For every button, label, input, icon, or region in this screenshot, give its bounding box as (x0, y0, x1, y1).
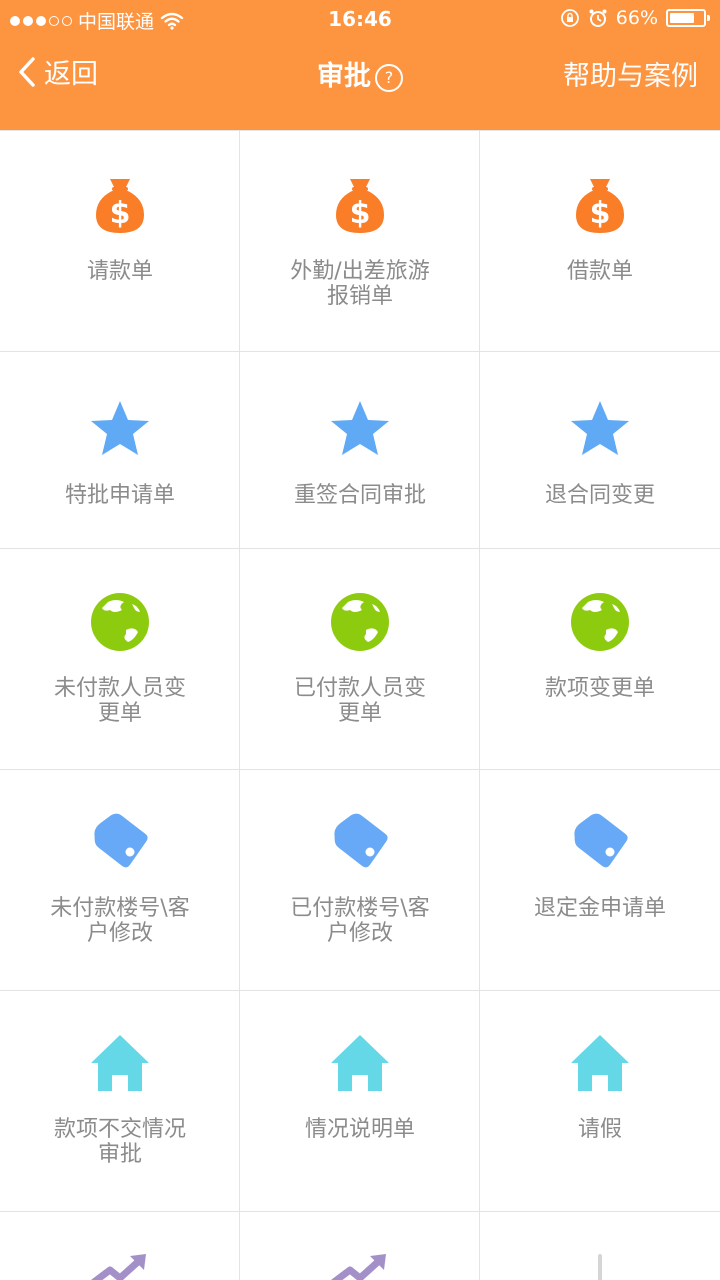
trend-icon (331, 1254, 386, 1280)
approval-grid: $ 请款单 $ 外勤/出差旅游 报销单 $ 借款单特批申请单 重签合同审批 退合同变更 未付… (0, 130, 720, 1280)
grid-row: 未付款人员变 更单 已付款人员变 更单 款项变更单 (0, 548, 720, 769)
grid-row: 未付款楼号\客 户修改 已付款楼号\客 户修改 退定金申请单 (0, 769, 720, 990)
label-line-1: 请款单 (86, 259, 153, 284)
label-line-1: 未付款人员变 (53, 676, 186, 701)
approval-item-label: 借款单 (480, 259, 720, 284)
label-line-1: 外勤/出差旅游 (290, 259, 430, 284)
approval-item[interactable]: $ 外勤/出差旅游 报销单 (240, 131, 480, 351)
svg-text:$: $ (110, 196, 131, 231)
label-line-1: 退合同变更 (544, 483, 655, 508)
approval-item[interactable]: 款项不交情况 审批 (0, 991, 240, 1211)
label-line-1: 未付款楼号\客 (50, 896, 190, 921)
battery-icon (666, 9, 710, 27)
alarm-icon (589, 9, 607, 27)
approval-item[interactable]: 已付款楼号\客 户修改 (240, 770, 480, 990)
approval-item-label: 款项变更单 (480, 676, 720, 701)
approval-item[interactable]: 情况说明单 (240, 991, 480, 1211)
house-icon (91, 1035, 149, 1091)
grid-row-partial (0, 1211, 720, 1280)
tag-icon (334, 813, 388, 868)
label-line-1: 重签合同审批 (293, 483, 426, 508)
approval-item-label: 请款单 (0, 259, 240, 284)
svg-text:$: $ (590, 196, 611, 231)
label-line-1: 请假 (577, 1117, 622, 1142)
approval-item-label: 款项不交情况 审批 (0, 1117, 240, 1167)
rotation-lock-icon (560, 9, 579, 27)
approval-item[interactable] (240, 1212, 480, 1280)
globe-icon (571, 593, 629, 651)
approval-item[interactable]: $ 请款单 (0, 131, 240, 351)
grid-row: 特批申请单 重签合同审批 退合同变更 (0, 351, 720, 548)
help-question-icon[interactable]: ? (375, 63, 403, 92)
star-icon (331, 401, 389, 455)
label-line-1: 已付款人员变 (293, 676, 426, 701)
approval-item[interactable] (0, 1212, 240, 1280)
label-line-2: 报销单 (326, 284, 393, 309)
star-icon (571, 401, 629, 455)
status-right: 66% (560, 7, 710, 29)
label-line-1: 特批申请单 (64, 483, 175, 508)
help-cases-link[interactable]: 帮助与案例 (563, 54, 698, 93)
approval-item-label: 退合同变更 (480, 483, 720, 508)
label-line-1: 款项变更单 (544, 676, 655, 701)
approval-item-label: 退定金申请单 (480, 896, 720, 921)
approval-item[interactable]: 特批申请单 (0, 352, 240, 548)
approval-item[interactable]: 退定金申请单 (480, 770, 720, 990)
approval-item[interactable]: 已付款人员变 更单 (240, 549, 480, 769)
battery-percent: 66% (615, 7, 658, 29)
grid-row: 款项不交情况 审批 情况说明单 请假 (0, 990, 720, 1211)
approval-item-label: 请假 (480, 1117, 720, 1142)
label-line-2: 更单 (97, 701, 142, 726)
approval-item[interactable]: 未付款人员变 更单 (0, 549, 240, 769)
approval-item-label: 未付款楼号\客 户修改 (0, 896, 240, 946)
approval-item-label: 外勤/出差旅游 报销单 (240, 259, 480, 309)
globe-icon (331, 593, 389, 651)
label-line-2: 户修改 (86, 921, 153, 946)
approval-item-label: 特批申请单 (0, 483, 240, 508)
approval-item-label: 情况说明单 (240, 1117, 480, 1142)
approval-item[interactable]: $ 借款单 (480, 131, 720, 351)
money-bag-icon: $ (96, 179, 144, 233)
approval-item[interactable]: 款项变更单 (480, 549, 720, 769)
approval-item-label: 重签合同审批 (240, 483, 480, 508)
header-bar: 中国联通 16:46 66% 返回 审批 ? 帮助与案例 (0, 0, 720, 130)
approval-item[interactable]: 重签合同审批 (240, 352, 480, 548)
house-icon (331, 1035, 389, 1091)
money-bag-icon: $ (576, 179, 624, 233)
label-line-1: 已付款楼号\客 (290, 896, 430, 921)
label-line-1: 退定金申请单 (533, 896, 666, 921)
trend-icon (91, 1254, 146, 1280)
globe-icon (91, 593, 149, 651)
tag-icon (574, 813, 628, 868)
house-icon (571, 1035, 629, 1091)
page-title-text: 审批 (317, 61, 371, 92)
approval-item-label: 未付款人员变 更单 (0, 676, 240, 726)
approval-item-label: 已付款楼号\客 户修改 (240, 896, 480, 946)
approval-item[interactable]: 请假 (480, 991, 720, 1211)
svg-text:$: $ (350, 196, 371, 231)
money-bag-icon: $ (336, 179, 384, 233)
label-line-2: 更单 (337, 701, 382, 726)
approval-item[interactable] (480, 1212, 720, 1280)
label-line-2: 户修改 (326, 921, 393, 946)
label-line-2: 审批 (97, 1142, 142, 1167)
label-line-1: 情况说明单 (304, 1117, 415, 1142)
status-bar: 中国联通 16:46 66% (0, 0, 720, 38)
partial-icon (598, 1254, 602, 1280)
grid-row: $ 请款单 $ 外勤/出差旅游 报销单 $ 借款单 (0, 130, 720, 351)
approval-item-label: 已付款人员变 更单 (240, 676, 480, 726)
nav-bar: 返回 审批? 帮助与案例 (0, 38, 720, 110)
approval-item[interactable]: 退合同变更 (480, 352, 720, 548)
label-line-1: 款项不交情况 (53, 1117, 186, 1142)
tag-icon (94, 813, 148, 868)
approval-item[interactable]: 未付款楼号\客 户修改 (0, 770, 240, 990)
label-line-1: 借款单 (566, 259, 633, 284)
star-icon (91, 401, 149, 455)
